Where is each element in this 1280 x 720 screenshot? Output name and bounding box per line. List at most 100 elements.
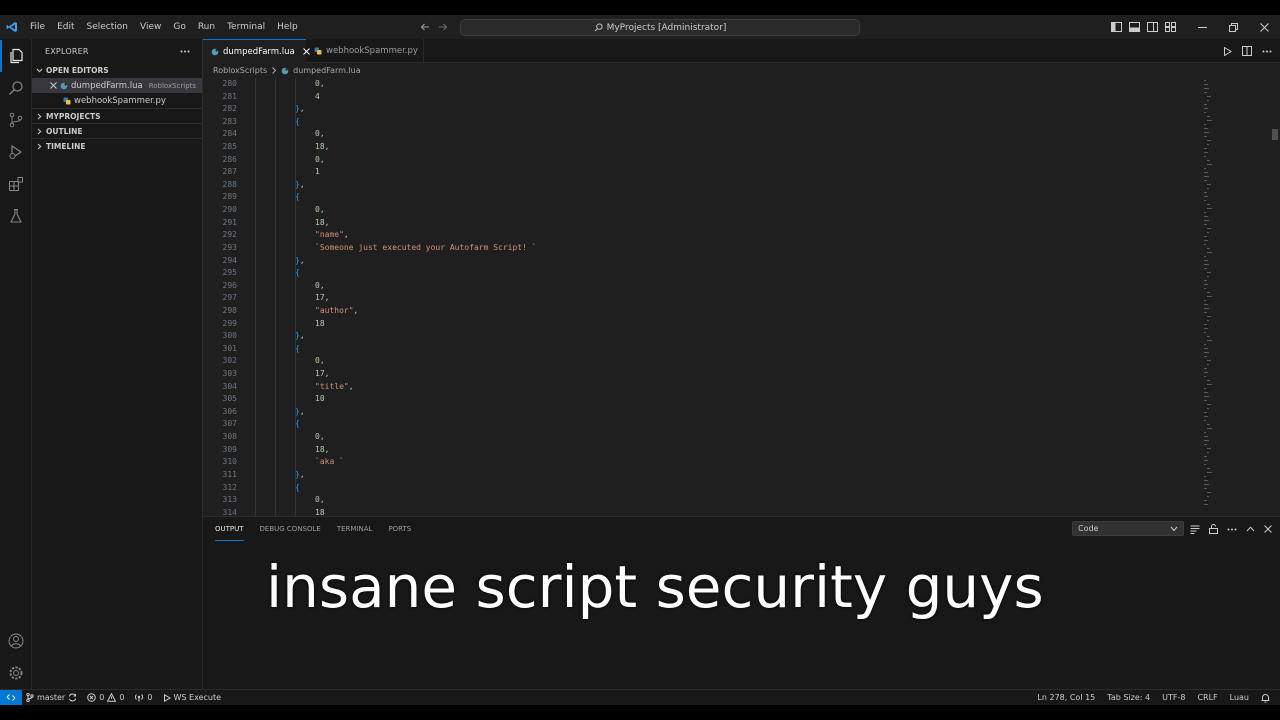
menu-terminal[interactable]: Terminal bbox=[221, 15, 271, 39]
code-line: 305 10 bbox=[203, 393, 1193, 406]
explorer-icon[interactable] bbox=[0, 40, 32, 72]
minimap-line bbox=[1207, 496, 1209, 497]
testing-flask-icon[interactable] bbox=[0, 200, 32, 232]
toggle-primary-sidebar-icon[interactable] bbox=[1111, 22, 1122, 32]
cursor-position-status[interactable]: Ln 278, Col 15 bbox=[1037, 693, 1095, 702]
myprojects-section[interactable]: MYPROJECTS bbox=[32, 108, 202, 123]
forward-arrow-icon[interactable] bbox=[438, 22, 448, 32]
lock-scroll-icon[interactable] bbox=[1209, 524, 1218, 534]
accounts-icon[interactable] bbox=[0, 625, 32, 657]
tab-output[interactable]: OUTPUT bbox=[215, 517, 244, 541]
ws-execute-button[interactable]: WS Execute bbox=[163, 693, 221, 702]
minimap-line bbox=[1204, 136, 1207, 137]
toggle-secondary-sidebar-icon[interactable] bbox=[1147, 22, 1158, 32]
code-text: 18, bbox=[315, 142, 330, 152]
menu-help[interactable]: Help bbox=[271, 15, 304, 39]
minimize-icon[interactable] bbox=[1187, 15, 1218, 39]
minimap-line bbox=[1207, 296, 1212, 297]
minimap-line bbox=[1204, 156, 1206, 157]
line-number: 299 bbox=[222, 318, 237, 328]
minimap-line bbox=[1204, 288, 1206, 289]
back-arrow-icon[interactable] bbox=[420, 22, 430, 32]
minimap-line bbox=[1207, 384, 1212, 385]
code-editor[interactable]: 280 0, 281 4 282}, 283{284 0, 285 18, 286 0, 287 1 28… bbox=[203, 78, 1280, 516]
minimap-line bbox=[1204, 128, 1208, 129]
notifications-bell-icon[interactable] bbox=[1261, 693, 1270, 703]
output-channel-select[interactable]: Code bbox=[1072, 521, 1184, 536]
menu-run[interactable]: Run bbox=[192, 15, 221, 39]
menu-file[interactable]: File bbox=[24, 15, 51, 39]
menu-view[interactable]: View bbox=[134, 15, 167, 39]
minimap-line bbox=[1207, 472, 1212, 473]
minimap-line bbox=[1204, 312, 1207, 313]
split-editor-icon[interactable] bbox=[1242, 46, 1252, 56]
close-icon[interactable] bbox=[50, 82, 57, 89]
minimap-line bbox=[1204, 244, 1206, 245]
tab-ports[interactable]: PORTS bbox=[388, 517, 411, 541]
breadcrumb-folder[interactable]: RobloxScripts bbox=[213, 66, 267, 75]
outline-section[interactable]: OUTLINE bbox=[32, 123, 202, 138]
minimap-line bbox=[1204, 300, 1206, 301]
minimap-line bbox=[1204, 476, 1206, 477]
problems-status[interactable]: 0 0 bbox=[87, 693, 124, 702]
open-editors-section[interactable]: OPEN EDITORS bbox=[32, 63, 202, 78]
encoding-status[interactable]: UTF-8 bbox=[1162, 693, 1185, 702]
run-file-icon[interactable] bbox=[1223, 46, 1232, 56]
open-editor-item[interactable]: webhookSpammer.py bbox=[32, 93, 202, 108]
code-line: 295 { bbox=[203, 267, 1193, 280]
tab-terminal[interactable]: TERMINAL bbox=[337, 517, 373, 541]
editor-scrollbar-thumb[interactable] bbox=[1272, 129, 1278, 140]
command-center-search[interactable]: MyProjects [Administrator] bbox=[460, 19, 860, 36]
minimap[interactable] bbox=[1201, 78, 1271, 516]
run-and-debug-icon[interactable] bbox=[0, 136, 32, 168]
minimap-line bbox=[1207, 380, 1210, 381]
remote-indicator-icon[interactable] bbox=[0, 690, 22, 705]
more-actions-icon[interactable] bbox=[1227, 528, 1237, 531]
line-number: 294 bbox=[222, 255, 237, 265]
settings-gear-icon[interactable] bbox=[0, 657, 32, 689]
source-control-icon[interactable] bbox=[0, 104, 32, 136]
search-view-icon[interactable] bbox=[0, 72, 32, 104]
menu-bar: File Edit Selection View Go Run Terminal… bbox=[24, 15, 304, 39]
eol-status[interactable]: CRLF bbox=[1197, 693, 1217, 702]
maximize-panel-chevron-up-icon[interactable] bbox=[1246, 526, 1255, 532]
toggle-panel-icon[interactable] bbox=[1129, 22, 1140, 32]
code-line: 298 "author", bbox=[203, 305, 1193, 318]
tab-size-status[interactable]: Tab Size: 4 bbox=[1107, 693, 1150, 702]
language-mode-status[interactable]: Luau bbox=[1230, 693, 1249, 702]
git-branch-status[interactable]: master bbox=[26, 693, 77, 702]
error-count: 0 bbox=[99, 693, 105, 702]
ports-status[interactable]: 0 bbox=[134, 693, 153, 702]
customize-layout-icon[interactable] bbox=[1165, 22, 1176, 32]
minimap-line bbox=[1204, 396, 1209, 397]
restore-icon[interactable] bbox=[1218, 15, 1249, 39]
more-actions-icon[interactable] bbox=[180, 50, 190, 53]
lua-file-icon bbox=[211, 48, 219, 56]
breadcrumb-file[interactable]: dumpedFarm.lua bbox=[293, 66, 360, 75]
timeline-section[interactable]: TIMELINE bbox=[32, 138, 202, 153]
clear-output-icon[interactable] bbox=[1190, 525, 1200, 534]
menu-selection[interactable]: Selection bbox=[81, 15, 134, 39]
section-label: OUTLINE bbox=[46, 126, 83, 136]
more-actions-icon[interactable] bbox=[1262, 50, 1272, 53]
code-text: 17, bbox=[315, 293, 330, 303]
chevron-right-icon bbox=[36, 128, 43, 135]
extensions-icon[interactable] bbox=[0, 168, 32, 200]
chevron-down-icon bbox=[36, 67, 43, 74]
code-text: { bbox=[295, 482, 300, 492]
close-panel-icon[interactable] bbox=[1264, 525, 1272, 533]
tab-webhookspammer-py[interactable]: webhookSpammer.py bbox=[306, 39, 424, 63]
tab-dumpedfarm-lua[interactable]: dumpedFarm.lua bbox=[203, 39, 310, 63]
open-editor-item[interactable]: dumpedFarm.lua RobloxScripts bbox=[32, 78, 202, 93]
minimap-line bbox=[1207, 208, 1212, 209]
code-text: 0, bbox=[315, 79, 325, 88]
code-text: 18 bbox=[315, 507, 325, 516]
menu-edit[interactable]: Edit bbox=[51, 15, 80, 39]
minimap-line bbox=[1204, 84, 1208, 85]
minimap-line bbox=[1207, 468, 1210, 469]
close-window-icon[interactable] bbox=[1249, 15, 1280, 39]
minimap-line bbox=[1207, 272, 1211, 273]
menu-go[interactable]: Go bbox=[167, 15, 191, 39]
tab-debug-console[interactable]: DEBUG CONSOLE bbox=[260, 517, 321, 541]
minimap-line bbox=[1207, 116, 1210, 117]
